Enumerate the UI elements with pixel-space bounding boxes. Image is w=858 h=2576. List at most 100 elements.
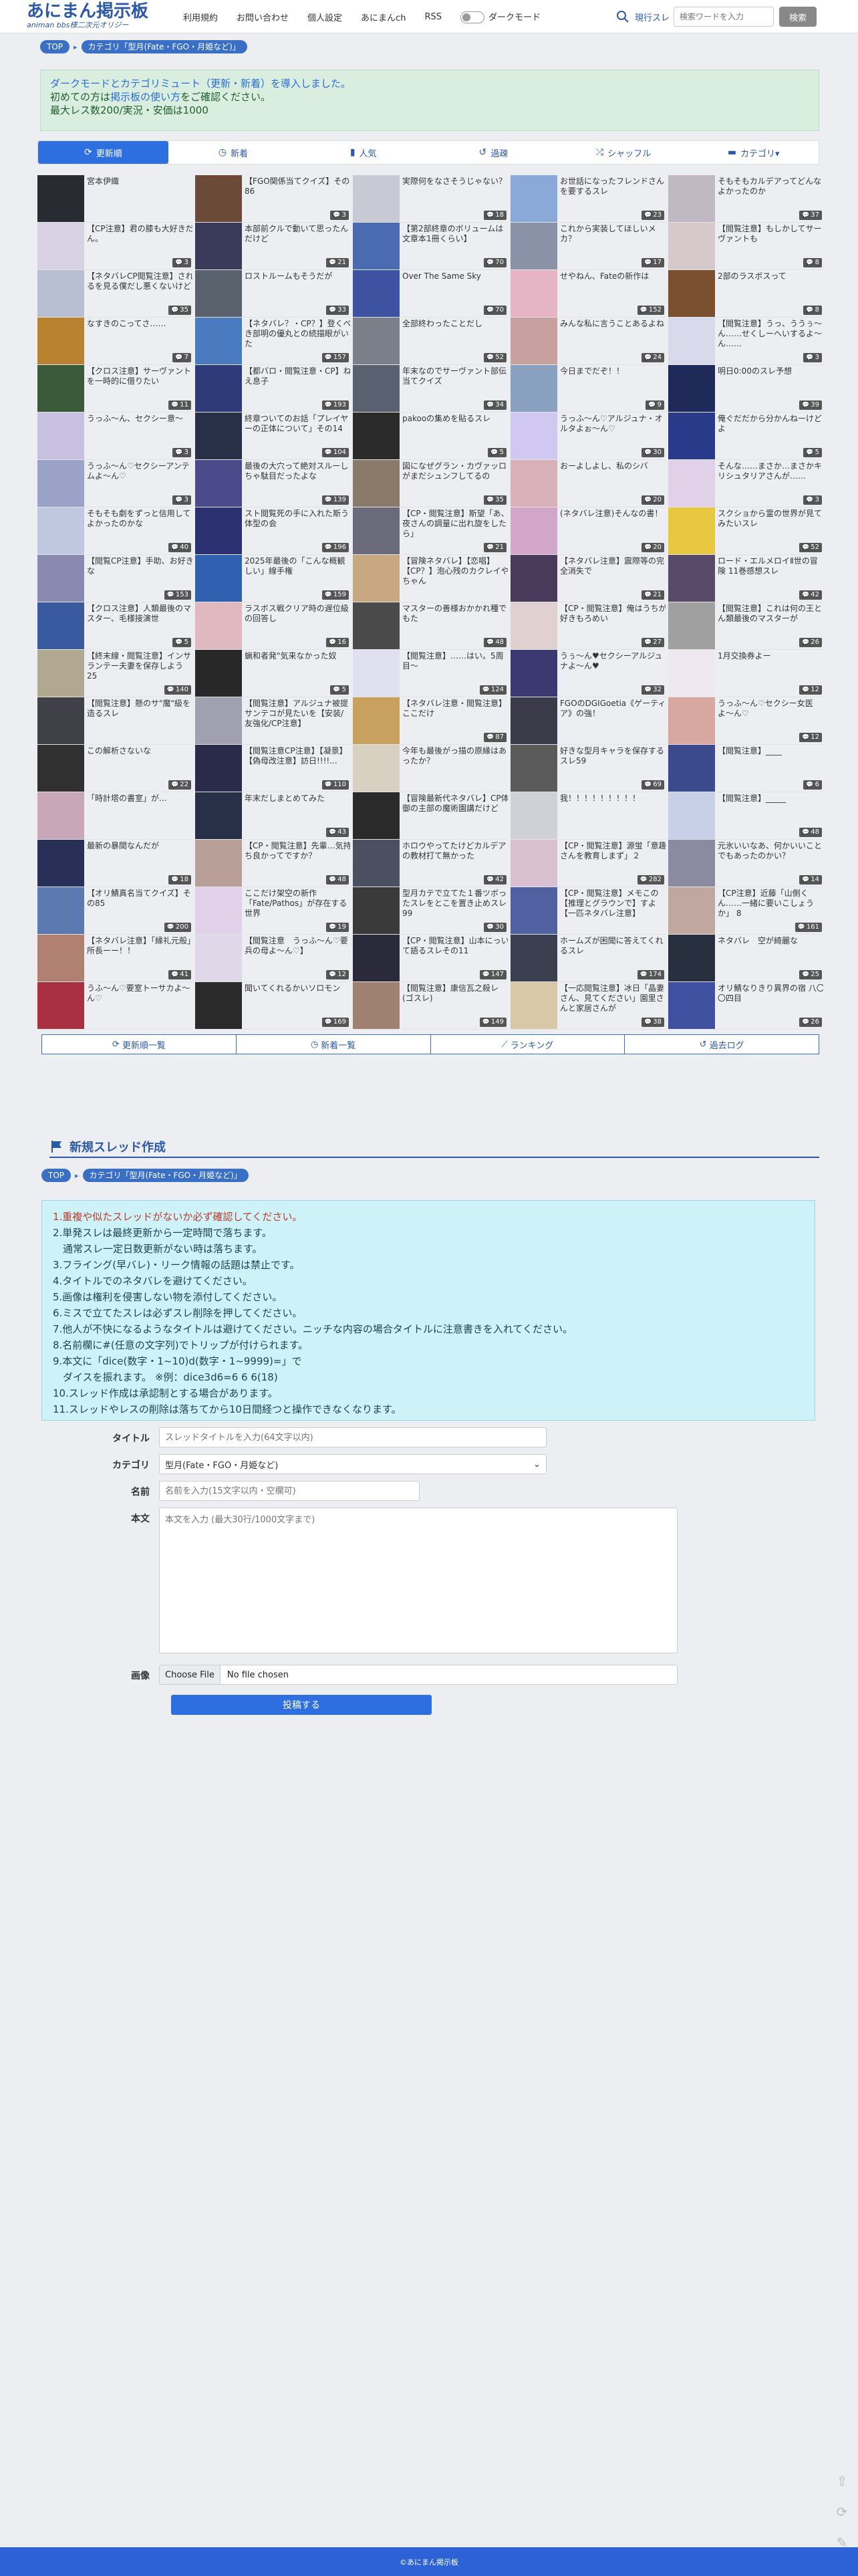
thread-thumbnail[interactable] [195,460,242,507]
thread-title[interactable]: うっふ〜ん♡アルジュナ・オルタよぉ〜ん♡ [560,414,666,434]
thread-title[interactable]: 「時計塔の書室」が... [87,794,192,804]
thread-title[interactable]: 今年も最後がっ描の原縁はあったか？ [402,746,508,766]
thread-thumbnail[interactable] [37,175,84,222]
thread-title[interactable]: この解析さないな [87,746,192,756]
thread-item[interactable]: 【CP・閲覧注意】俺はうちが好きもろめい 27 [511,602,666,650]
thread-thumbnail[interactable] [668,602,715,649]
thread-item[interactable]: 俺ぐだだから分かんねーけどよ 5 [668,413,823,460]
thread-thumbnail[interactable] [37,413,84,459]
thread-item[interactable]: うふ〜ん♡要室トーサカよ〜ん♡ [37,982,192,1030]
thread-title[interactable]: 【CP注意】近藤「山側くん……一緒に要いこしょうか」 8 [718,889,823,919]
thread-title[interactable]: 【閲覧注意 うっふ〜ん♡要兵の母よ〜ん♡】 [245,936,350,956]
nav-item[interactable]: 個人設定 [298,11,351,23]
tab-1[interactable]: ◷ 新着 [168,141,299,164]
thread-thumbnail[interactable] [195,887,242,934]
thread-thumbnail[interactable] [668,365,715,412]
thread-thumbnail[interactable] [353,745,400,792]
thread-item[interactable]: 【CP注意】近藤「山側くん……一緒に要いこしょうか」 8 161 [668,887,823,935]
thread-thumbnail[interactable] [668,792,715,839]
thread-title[interactable]: 【CP・閲覧注意】山本にっいて語るスレその11 [402,936,508,956]
thread-thumbnail[interactable] [195,507,242,554]
thread-thumbnail[interactable] [668,318,715,364]
bottom-link-1[interactable]: ◷ 新着一覧 [237,1035,431,1054]
thread-thumbnail[interactable] [353,697,400,744]
thread-thumbnail[interactable] [353,460,400,507]
thread-title[interactable]: 2部のラスボスって [718,271,823,281]
nav-item[interactable]: あにまんch [351,11,415,23]
image-file-input[interactable]: Choose File No file chosen [159,1665,678,1685]
thread-title[interactable]: 【ネタバレ注意】震際等の完全消失で [560,556,666,576]
thread-item[interactable]: 我！！！！！！！！！ [511,792,666,840]
search-scope[interactable]: 現行スレ [635,11,670,23]
thread-thumbnail[interactable] [353,318,400,364]
thread-item[interactable]: ラスボス戦クリア時の遅位級の回答し 16 [195,602,350,650]
thread-title[interactable]: 【閲覧注意】康信瓦之殺レ(ゴスレ) [402,983,508,1004]
thread-title[interactable]: ロストルームもそうだが [245,271,350,281]
thread-item[interactable]: 元氷いいなあ、何かいいことでもあったのかい？ 14 [668,840,823,887]
tab-3[interactable]: ↺ 過疎 [428,141,559,164]
breadcrumb-category[interactable]: カテゴリ「型月(Fate・FGO・月姫など)」 [81,40,247,53]
thread-title[interactable]: そもそもカルデアってどんなよかったのか [718,177,823,197]
thread-title[interactable]: Over The Same Sky [402,271,508,281]
thread-thumbnail[interactable] [511,602,557,649]
thread-title[interactable]: 聞いてくれるかいソロモン [245,983,350,993]
thread-thumbnail[interactable] [195,413,242,459]
thread-item[interactable]: 今年も最後がっ描の原縁はあったか？ [353,745,508,792]
thread-thumbnail[interactable] [511,413,557,459]
thread-title[interactable]: 【都バロ・閲覧注意・CP】ねえ息子 [245,366,350,386]
thread-thumbnail[interactable] [511,840,557,887]
thread-item[interactable]: 2025年最後の「こんな概観しい」線手権 159 [195,555,350,602]
thread-item[interactable]: 最後の大穴って絶対スルーしちゃ駄目だったよな 139 [195,460,350,507]
thread-thumbnail[interactable] [511,935,557,981]
thread-item[interactable]: pakooの集めを貼るスレ 5 [353,413,508,460]
thread-item[interactable]: 2部のラスボスって 8 [668,270,823,318]
thread-item[interactable]: 終章ついてのお話「プレイヤーの正体について」その14 104 [195,413,350,460]
thread-title[interactable]: 元氷いいなあ、何かいいことでもあったのかい？ [718,841,823,861]
thread-title[interactable]: 【FGO関係当てクイズ】その86 [245,177,350,197]
thread-item[interactable]: うっふ〜ん♡アルジュナ・オルタよぉ〜ん♡ 30 [511,413,666,460]
thread-title[interactable]: うふ〜ん♡要室トーサカよ〜ん♡ [87,983,192,1004]
thread-item[interactable]: 【閲覧注意】うっ、ううぅ〜ん……せくしーへいするよ〜ん…… 3 [668,318,823,365]
thread-thumbnail[interactable] [37,935,84,981]
dark-mode-toggle[interactable]: ダークモード [451,10,550,24]
thread-item[interactable]: 【クロス注意】サーヴァントを一時的に借りたい 11 [37,365,192,413]
thread-title[interactable]: 明日0:00のスレ予想 [718,366,823,376]
tab-0[interactable]: ⟳ 更新順 [38,141,168,164]
thread-title[interactable]: 【閲覧注意】_____ [718,794,823,804]
thread-title[interactable]: 本部前クルで動いて思ったんだけど [245,224,350,244]
thread-title[interactable]: スクショから霊の世界が見てみたいスレ [718,509,823,529]
nav-item[interactable]: 利用規約 [174,11,227,23]
thread-item[interactable]: 【閲覧注意 うっふ〜ん♡要兵の母よ〜ん♡】 12 [195,935,350,982]
thread-item[interactable]: 【FGO関係当てクイズ】その86 3 [195,175,350,223]
thread-item[interactable]: 好きな型月キャラを保存するスレ59 69 [511,745,666,792]
thread-item[interactable]: 【一応閲覧注意】冰日「晶妻さん、見てください」園里さんと家居さんが 38 [511,982,666,1030]
thread-thumbnail[interactable] [353,935,400,981]
thread-item[interactable]: この解析さないな 22 [37,745,192,792]
thread-title[interactable]: 【閲覧注意】うっ、ううぅ〜ん……せくしーへいするよ〜ん…… [718,319,823,349]
thread-thumbnail[interactable] [511,507,557,554]
thread-item[interactable]: 【都バロ・閲覧注意・CP】ねえ息子 193 [195,365,350,413]
thread-thumbnail[interactable] [668,460,715,507]
thread-title[interactable]: 宮本伊織 [87,177,192,187]
thread-title[interactable]: ここだけ架空の新作「Fate/Pathos」が存在する世界 [245,889,350,919]
thread-title[interactable]: 【閲覧注意】懸のサ"魔"級を造るスレ [87,699,192,719]
thread-title[interactable]: 【ネタバレ注意・閲覧注意】ここだけ [402,699,508,719]
thread-item[interactable]: オリ鯖なりきり異界の宿 八〇〇四目 26 [668,982,823,1030]
thread-thumbnail[interactable] [37,840,84,887]
thread-title[interactable]: 図になぜグラン・カヴァッロがまだシュンフしてるの [402,461,508,481]
thread-title[interactable]: なすきのこってさ…… [87,319,192,329]
thread-title[interactable]: 【ネタバレ？・CP？】登くべき部明の優丸との続描眼がいた [245,319,350,349]
thread-title[interactable]: 【CP・閲覧注意】メモこの【推理とグラウンで】すよ【一匹ネタバレ注意】 [560,889,666,919]
thread-thumbnail[interactable] [353,840,400,887]
thread-thumbnail[interactable] [37,318,84,364]
thread-item[interactable]: うぅ〜ん♥セクシーアルジュナよ〜ん♥ 32 [511,650,666,697]
thread-title[interactable]: 【CP・閲覧注意】俺はうちが好きもろめい [560,604,666,624]
thread-thumbnail[interactable] [668,270,715,317]
thread-title[interactable]: 【CP・閲覧注意】先輩…気持ち良かってですか？ [245,841,350,861]
bottom-link-3[interactable]: ↺ 過去ログ [625,1035,819,1054]
thread-item[interactable]: 年末なのでサーヴァント部伝当てクイズ 34 [353,365,508,413]
thread-title[interactable]: 【第2部終章のボリュームは文章本1冊くらい】 [402,224,508,244]
thread-item[interactable]: せやねん、Fateの新作は 152 [511,270,666,318]
thread-thumbnail[interactable] [195,270,242,317]
thread-thumbnail[interactable] [668,745,715,792]
